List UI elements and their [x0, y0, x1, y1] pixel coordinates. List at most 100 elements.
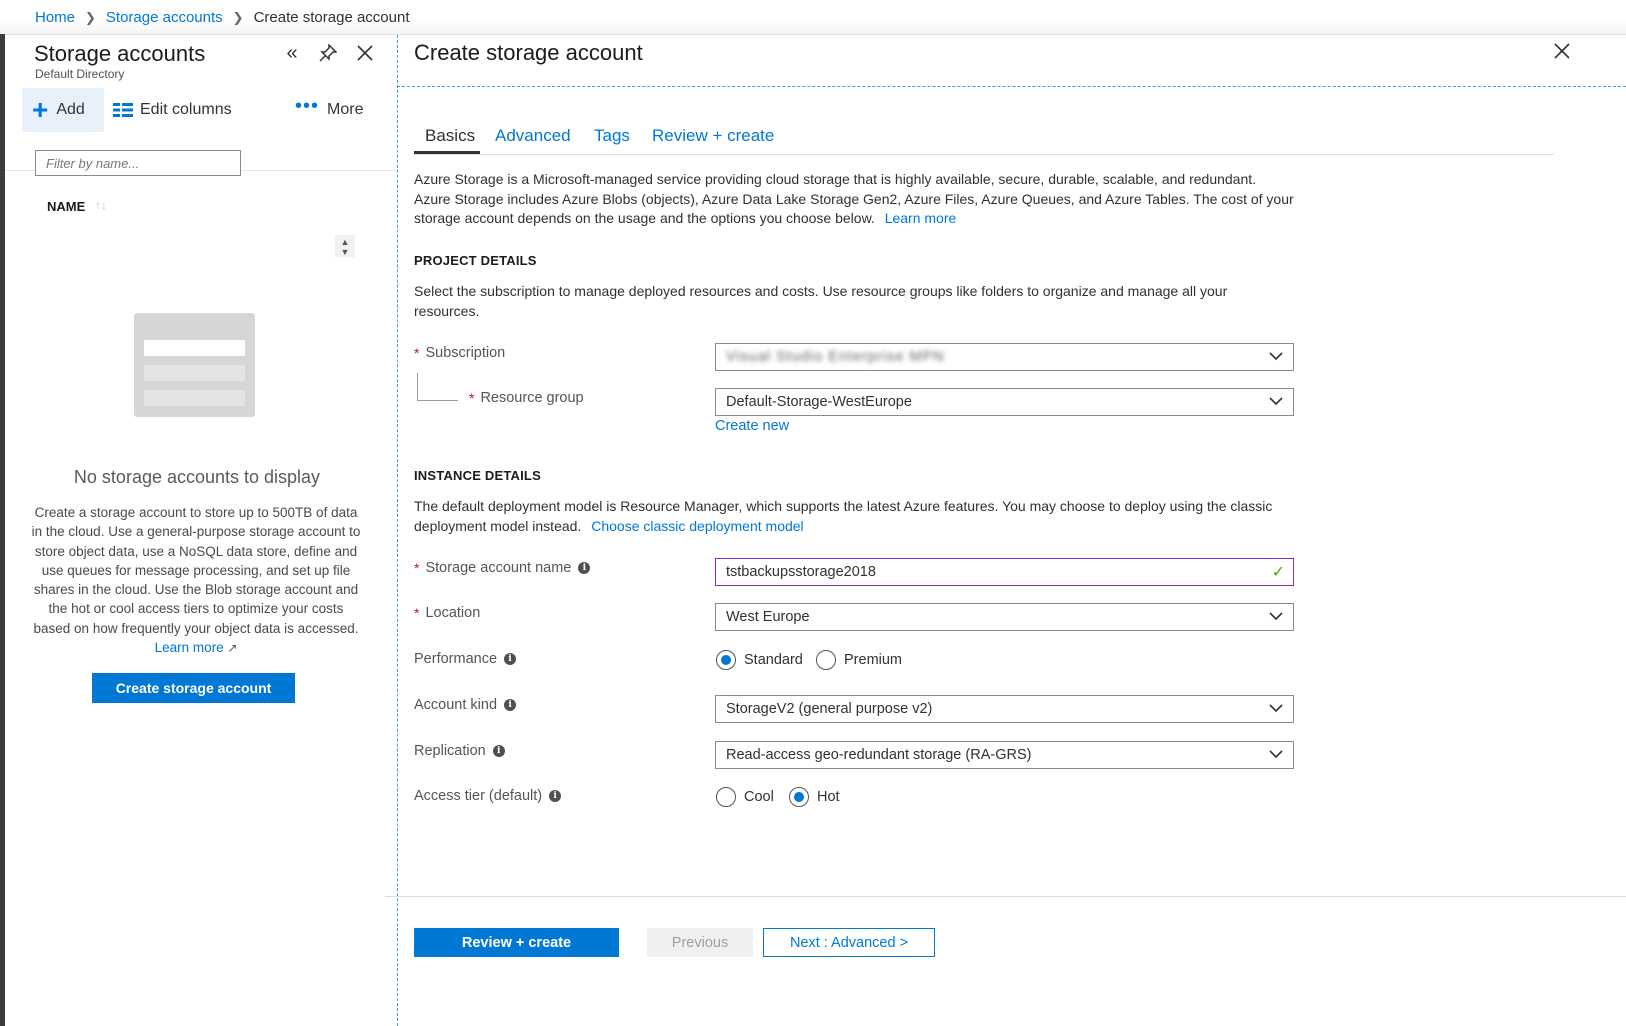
tab-advanced[interactable]: Advanced	[495, 126, 571, 146]
access-tier-hot-label: Hot	[817, 789, 840, 805]
subscription-value: Visual Studio Enterprise MPN	[726, 349, 945, 365]
checkmark-icon: ✓	[1271, 564, 1285, 581]
storage-account-name-label-text: Storage account name	[425, 560, 572, 576]
replication-dropdown[interactable]: Read-access geo-redundant storage (RA-GR…	[715, 741, 1294, 769]
performance-standard-radio[interactable]: Standard	[716, 650, 803, 670]
learn-more-link[interactable]: Learn more	[155, 640, 224, 655]
breadcrumb-home[interactable]: Home	[35, 9, 75, 26]
tab-review-create[interactable]: Review + create	[652, 126, 774, 146]
classic-deployment-link[interactable]: Choose classic deployment model	[591, 518, 803, 534]
pin-icon[interactable]	[317, 42, 339, 64]
tab-tags[interactable]: Tags	[594, 126, 630, 146]
intro-text: Azure Storage is a Microsoft-managed ser…	[414, 170, 1294, 229]
blade-title: Storage accounts	[34, 41, 206, 66]
resource-group-value: Default-Storage-WestEurope	[726, 394, 912, 410]
learn-more-link[interactable]: Learn more	[885, 210, 957, 226]
breadcrumb-storage-accounts[interactable]: Storage accounts	[106, 9, 223, 26]
create-storage-account-button[interactable]: Create storage account	[92, 673, 295, 703]
more-label: More	[327, 101, 364, 118]
empty-state-text: Create a storage account to store up to …	[31, 505, 361, 636]
performance-label-text: Performance	[414, 651, 498, 667]
chevron-down-icon	[1269, 397, 1283, 406]
access-tier-hot-radio[interactable]: Hot	[789, 787, 840, 807]
required-marker: *	[414, 560, 420, 576]
empty-list-bar	[144, 365, 245, 381]
replication-label: Replication i	[414, 743, 505, 759]
previous-button[interactable]: Previous	[647, 928, 753, 957]
breadcrumb: Home ❯ Storage accounts ❯ Create storage…	[35, 9, 410, 26]
filter-input[interactable]	[35, 150, 241, 176]
info-icon[interactable]: i	[504, 699, 517, 711]
instance-details-heading: INSTANCE DETAILS	[414, 468, 541, 483]
empty-state-title: No storage accounts to display	[73, 467, 321, 487]
close-icon[interactable]	[1553, 40, 1571, 66]
access-tier-label-text: Access tier (default)	[414, 788, 543, 804]
radio-unselected-icon	[816, 650, 836, 670]
account-kind-dropdown[interactable]: StorageV2 (general purpose v2)	[715, 695, 1294, 723]
resource-group-dropdown[interactable]: Default-Storage-WestEurope	[715, 388, 1294, 416]
access-tier-cool-label: Cool	[744, 789, 774, 805]
storage-account-name-value: tstbackupsstorage2018	[726, 564, 876, 580]
edit-columns-label: Edit columns	[140, 101, 232, 118]
column-header-name[interactable]: NAME	[47, 199, 85, 214]
storage-account-name-input[interactable]: tstbackupsstorage2018 ✓	[715, 558, 1294, 586]
ellipsis-icon: •••	[295, 95, 320, 117]
divider	[397, 86, 1626, 87]
subscription-label-text: Subscription	[425, 345, 506, 361]
performance-standard-label: Standard	[744, 652, 803, 668]
close-icon[interactable]	[354, 42, 376, 64]
replication-label-text: Replication	[414, 743, 486, 759]
divider	[385, 896, 1626, 897]
location-dropdown[interactable]: West Europe	[715, 603, 1294, 631]
info-icon[interactable]: i	[578, 562, 591, 574]
empty-list-icon	[134, 313, 255, 417]
radio-selected-icon	[789, 787, 809, 807]
chevron-right-icon: ❯	[85, 9, 96, 25]
project-details-heading: PROJECT DETAILS	[414, 253, 537, 268]
performance-premium-radio[interactable]: Premium	[816, 650, 902, 670]
chevron-down-icon	[1269, 352, 1283, 361]
location-value: West Europe	[726, 609, 810, 625]
chevron-right-icon: ❯	[232, 9, 244, 25]
access-tier-cool-radio[interactable]: Cool	[716, 787, 774, 807]
instance-details-desc: The default deployment model is Resource…	[414, 497, 1294, 536]
edit-columns-button[interactable]: Edit columns	[113, 88, 232, 132]
info-icon[interactable]: i	[504, 653, 517, 665]
scroll-arrows-icon[interactable]: ▲ ▼	[335, 235, 355, 257]
breadcrumb-current: Create storage account	[253, 9, 410, 26]
review-create-button[interactable]: Review + create	[414, 928, 619, 957]
chevron-down-icon	[1269, 612, 1283, 621]
location-label-text: Location	[425, 605, 481, 621]
account-kind-value: StorageV2 (general purpose v2)	[726, 701, 933, 717]
create-new-link[interactable]: Create new	[715, 418, 789, 434]
required-marker: *	[414, 345, 420, 361]
collapse-icon[interactable]: «	[281, 42, 303, 64]
active-tab-indicator	[414, 151, 480, 154]
account-kind-label: Account kind i	[414, 697, 517, 713]
storage-accounts-blade: Storage accounts Default Directory « + A…	[5, 35, 398, 1026]
radio-selected-icon	[716, 650, 736, 670]
performance-premium-label: Premium	[844, 652, 903, 668]
radio-unselected-icon	[716, 787, 736, 807]
info-icon[interactable]: i	[549, 790, 562, 802]
location-label: * Location	[414, 605, 480, 621]
project-details-desc: Select the subscription to manage deploy…	[414, 283, 1228, 319]
next-advanced-button[interactable]: Next : Advanced >	[763, 928, 935, 957]
resource-group-label-text: Resource group	[480, 390, 584, 406]
tree-connector	[417, 373, 458, 401]
performance-label: Performance i	[414, 651, 517, 667]
sort-icon[interactable]: ↑↓	[95, 198, 107, 212]
subscription-label: * Subscription	[414, 345, 505, 361]
required-marker: *	[469, 390, 475, 406]
subscription-dropdown[interactable]: Visual Studio Enterprise MPN	[715, 343, 1294, 371]
empty-list-bar	[144, 390, 245, 406]
tab-basics[interactable]: Basics	[425, 126, 475, 146]
intro-body: Azure Storage is a Microsoft-managed ser…	[414, 171, 1294, 226]
blade-subtitle: Default Directory	[35, 67, 125, 81]
columns-icon	[113, 103, 133, 117]
info-icon[interactable]: i	[492, 745, 505, 757]
add-button[interactable]: + Add	[22, 88, 104, 132]
more-button[interactable]: ••• More	[295, 88, 363, 132]
external-link-icon: ↗	[227, 641, 238, 656]
page-title: Create storage account	[414, 40, 643, 65]
